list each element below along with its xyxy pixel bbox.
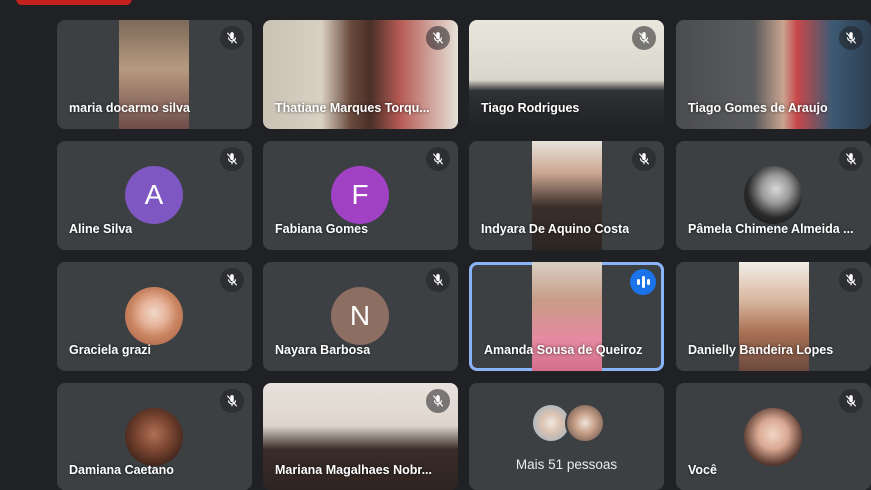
mic-off-icon [632, 26, 656, 50]
participant-name: Amanda Sousa de Queiroz [484, 343, 643, 357]
participant-tile-tiago-rodrigues[interactable]: Tiago Rodrigues [469, 20, 664, 129]
mic-off-icon [426, 268, 450, 292]
participant-tile-tiago-gomes[interactable]: Tiago Gomes de Araujo [676, 20, 871, 129]
participant-name: Você [688, 463, 717, 477]
mic-off-icon [426, 147, 450, 171]
participant-tile-aline-silva[interactable]: A Aline Silva [57, 141, 252, 250]
mic-off-icon [426, 389, 450, 413]
mic-off-icon [220, 26, 244, 50]
more-participants-tile[interactable]: Mais 51 pessoas [469, 383, 664, 490]
end-call-bar [16, 0, 132, 5]
participant-name: Tiago Gomes de Araujo [688, 101, 828, 115]
letter-avatar: N [331, 287, 389, 345]
participant-name: Damiana Caetano [69, 463, 174, 477]
participant-photo-avatar [125, 287, 183, 345]
mic-off-icon [839, 26, 863, 50]
mic-off-icon [632, 147, 656, 171]
letter-avatar: A [125, 166, 183, 224]
participant-tile-damiana-caetano[interactable]: Damiana Caetano [57, 383, 252, 490]
participant-name: Graciela grazi [69, 343, 151, 357]
participant-tile-self[interactable]: Você [676, 383, 871, 490]
participant-thumbnail [565, 403, 605, 443]
participant-name: Nayara Barbosa [275, 343, 371, 357]
mic-off-icon [839, 268, 863, 292]
participant-photo-avatar [744, 408, 802, 466]
participant-tile-nayara-barbosa[interactable]: N Nayara Barbosa [263, 262, 458, 371]
letter-avatar: F [331, 166, 389, 224]
participant-tile-mariana-magalhaes[interactable]: Mariana Magalhaes Nobr... [263, 383, 458, 490]
mic-off-icon [220, 147, 244, 171]
mic-off-icon [220, 389, 244, 413]
participant-name: Pâmela Chimene Almeida ... [688, 222, 854, 236]
participant-tile-indyara[interactable]: Indyara De Aquino Costa [469, 141, 664, 250]
participant-photo-avatar [744, 166, 802, 224]
mic-off-icon [839, 389, 863, 413]
participant-name: Indyara De Aquino Costa [481, 222, 630, 236]
speaking-indicator-icon [630, 269, 656, 295]
participant-name: maria docarmo silva [69, 101, 190, 115]
participant-tile-fabiana-gomes[interactable]: F Fabiana Gomes [263, 141, 458, 250]
participant-name: Thatiane Marques Torqu... [275, 101, 430, 115]
participant-tile-amanda-active-speaker[interactable]: Amanda Sousa de Queiroz [469, 262, 664, 371]
participant-name: Aline Silva [69, 222, 133, 236]
participant-tile-danielly[interactable]: Danielly Bandeira Lopes [676, 262, 871, 371]
participant-name: Fabiana Gomes [275, 222, 369, 236]
participant-name: Danielly Bandeira Lopes [688, 343, 834, 357]
participant-tile-thatiane-marques[interactable]: Thatiane Marques Torqu... [263, 20, 458, 129]
mic-off-icon [426, 26, 450, 50]
participant-tile-pamela[interactable]: Pâmela Chimene Almeida ... [676, 141, 871, 250]
more-participants-label: Mais 51 pessoas [515, 457, 618, 472]
participant-tile-graciela[interactable]: Graciela grazi [57, 262, 252, 371]
participant-name: Tiago Rodrigues [481, 101, 580, 115]
mic-off-icon [839, 147, 863, 171]
participant-name: Mariana Magalhaes Nobr... [275, 463, 432, 477]
participant-tile-maria-docarmo-silva[interactable]: maria docarmo silva [57, 20, 252, 129]
participant-photo-avatar [125, 408, 183, 466]
mic-off-icon [220, 268, 244, 292]
